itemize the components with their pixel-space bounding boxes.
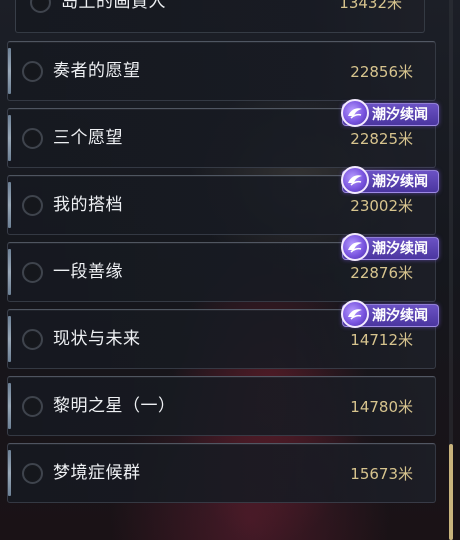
quest-name: 梦境症候群	[53, 463, 141, 483]
quest-list: 岛上的画賁人 13432米 奏者的愿望 22856米 三个愿望 22825米 我…	[0, 0, 460, 540]
quest-name: 黎明之星（一）	[53, 396, 176, 416]
quest-entry[interactable]: 梦境症候群 15673米	[7, 443, 436, 503]
scrollbar-thumb[interactable]	[449, 444, 453, 540]
badge-label: 潮汐续闻	[372, 174, 428, 190]
radio-circle-icon[interactable]	[22, 463, 43, 484]
tide-badge: 潮汐续闻	[341, 166, 439, 194]
tide-badge: 潮汐续闻	[341, 99, 439, 127]
radio-circle-icon[interactable]	[22, 61, 43, 82]
radio-circle-icon[interactable]	[30, 0, 51, 13]
quest-distance: 14780米	[350, 398, 413, 416]
quest-entry[interactable]: 黎明之星（一） 14780米	[7, 376, 436, 436]
quest-distance: 13432米	[339, 0, 402, 12]
quest-entry[interactable]: 岛上的画賁人 13432米	[15, 0, 425, 33]
radio-circle-icon[interactable]	[22, 195, 43, 216]
badge-label: 潮汐续闻	[372, 241, 428, 257]
quest-distance: 15673米	[350, 465, 413, 483]
quest-entry[interactable]: 奏者的愿望 22856米	[7, 41, 436, 101]
tide-wave-icon	[341, 166, 369, 194]
radio-circle-icon[interactable]	[22, 396, 43, 417]
tide-wave-icon	[341, 99, 369, 127]
quest-name: 我的搭档	[53, 195, 123, 215]
quest-distance: 22825米	[350, 130, 413, 148]
badge-label: 潮汐续闻	[372, 107, 428, 123]
badge-label: 潮汐续闻	[372, 308, 428, 324]
tide-wave-icon	[341, 233, 369, 261]
quest-distance: 14712米	[350, 331, 413, 349]
quest-distance: 22856米	[350, 63, 413, 81]
quest-name: 三个愿望	[53, 128, 123, 148]
tide-wave-icon	[341, 300, 369, 328]
quest-distance: 22876米	[350, 264, 413, 282]
tide-badge: 潮汐续闻	[341, 233, 439, 261]
quest-name: 岛上的画賁人	[61, 0, 166, 12]
quest-name: 一段善缘	[53, 262, 123, 282]
radio-circle-icon[interactable]	[22, 329, 43, 350]
tide-badge: 潮汐续闻	[341, 300, 439, 328]
quest-name: 奏者的愿望	[53, 61, 141, 81]
radio-circle-icon[interactable]	[22, 128, 43, 149]
quest-distance: 23002米	[350, 197, 413, 215]
radio-circle-icon[interactable]	[22, 262, 43, 283]
quest-name: 现状与未来	[53, 329, 141, 349]
